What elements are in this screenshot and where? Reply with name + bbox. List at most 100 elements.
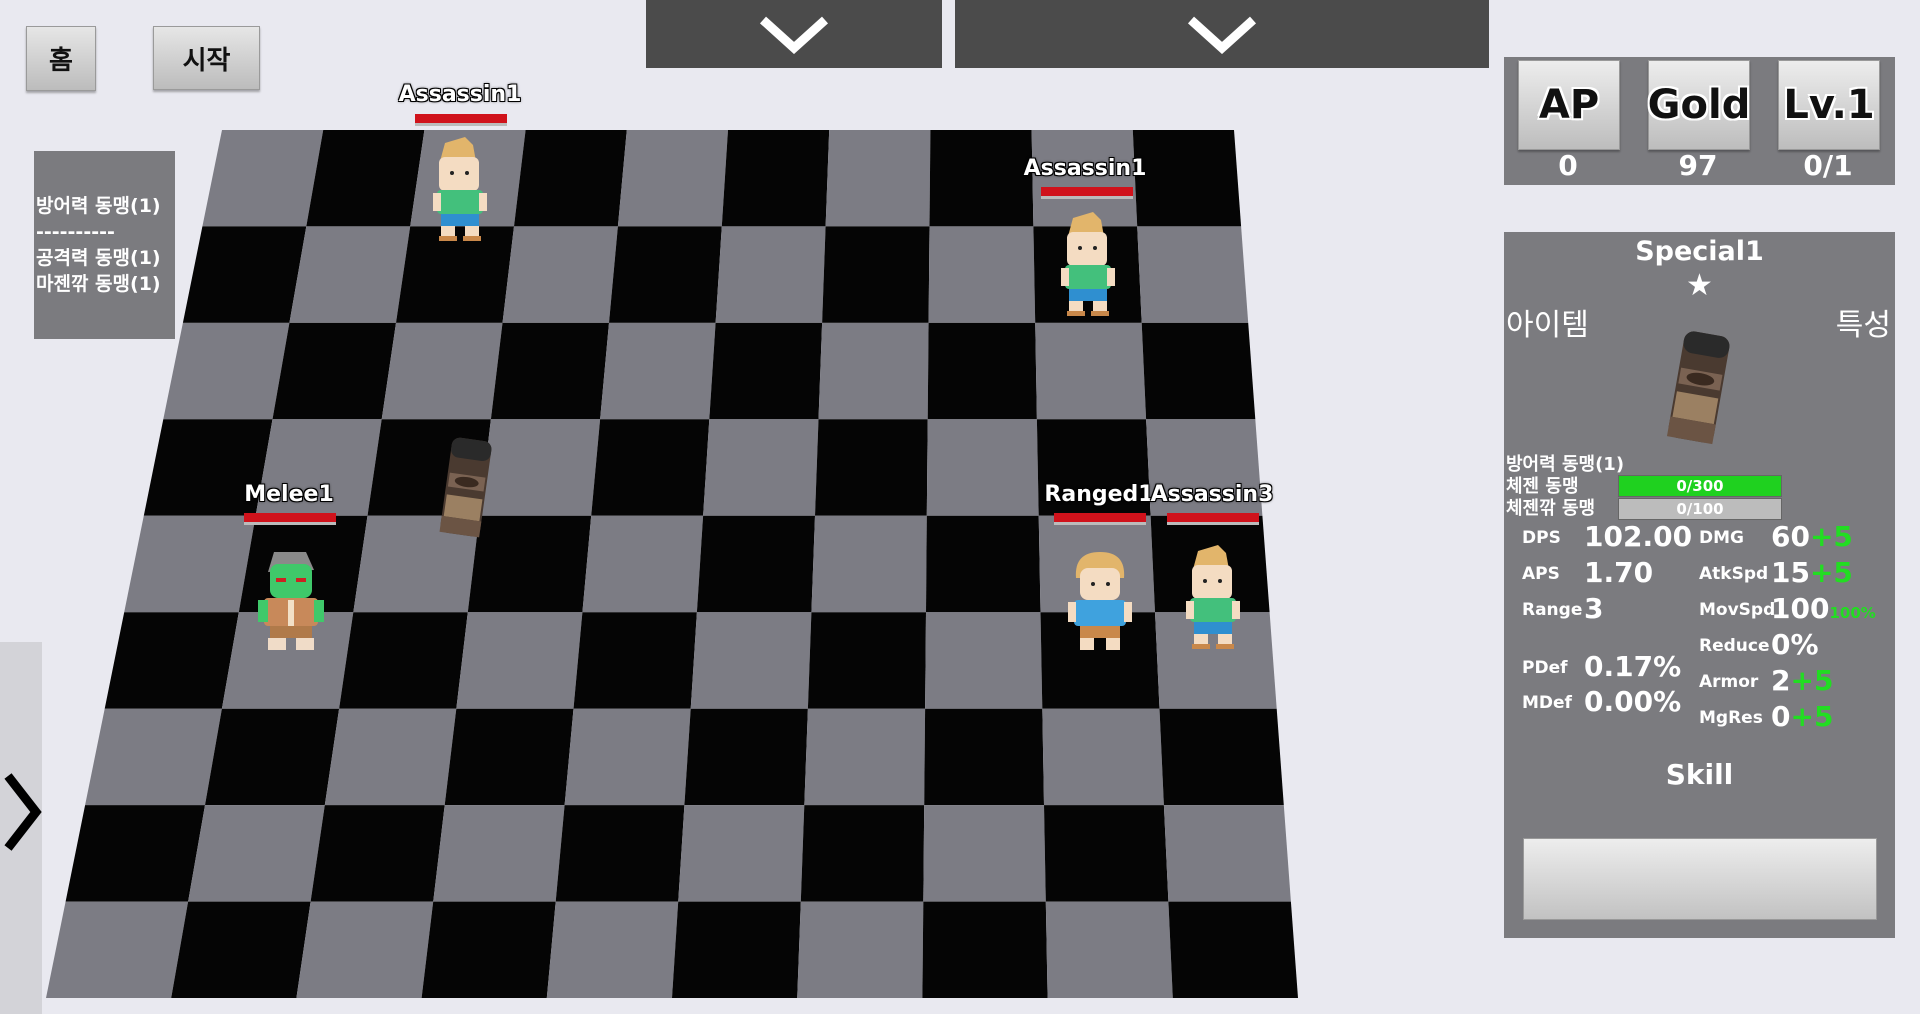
- board-tile[interactable]: [490, 322, 609, 420]
- board-tile[interactable]: [479, 419, 601, 516]
- game-board[interactable]: Assassin1 Assassin1 Melee1 Ranged1 Assas…: [0, 0, 1320, 1014]
- board-tile[interactable]: [124, 515, 256, 613]
- board-tile[interactable]: [546, 901, 679, 998]
- board-tile[interactable]: [205, 708, 340, 806]
- board-tile[interactable]: [822, 226, 930, 323]
- board-tile[interactable]: [573, 612, 697, 709]
- board-tile[interactable]: [381, 322, 503, 420]
- board-tile[interactable]: [609, 226, 722, 323]
- level-button[interactable]: Lv.1: [1778, 60, 1880, 150]
- board-tile[interactable]: [1035, 322, 1147, 420]
- synergy-panel: 방어력 동맹(1) ---------- 공격력 동맹(1) 마젠깎 동맹(1): [34, 151, 175, 339]
- board-tile[interactable]: [924, 708, 1044, 806]
- health-bar: [1041, 187, 1133, 199]
- board-tile[interactable]: [600, 322, 716, 420]
- barrel-item[interactable]: [436, 435, 496, 540]
- board-tile[interactable]: [672, 901, 801, 998]
- board-tile[interactable]: [709, 322, 823, 420]
- board-tile[interactable]: [617, 130, 728, 227]
- board-tile[interactable]: [324, 708, 457, 806]
- board-tile[interactable]: [684, 708, 808, 806]
- board-tile[interactable]: [811, 515, 927, 613]
- board-tile[interactable]: [104, 612, 239, 709]
- gold-button[interactable]: Gold: [1648, 60, 1750, 150]
- board-tile[interactable]: [272, 322, 397, 420]
- ap-button[interactable]: AP: [1518, 60, 1620, 150]
- board-tile[interactable]: [339, 612, 468, 709]
- board-tile[interactable]: [1141, 322, 1256, 420]
- stat-value: 0+5: [1771, 700, 1833, 733]
- board-tile[interactable]: [564, 708, 691, 806]
- board-tile[interactable]: [591, 419, 710, 516]
- stat-label: AtkSpd: [1699, 564, 1769, 584]
- tab-item[interactable]: 아이템: [1506, 300, 1589, 344]
- board-tile[interactable]: [925, 612, 1043, 709]
- stat-value: 0%: [1771, 628, 1819, 661]
- chevron-right-icon: [4, 773, 42, 851]
- board-tile[interactable]: [1163, 805, 1291, 902]
- unit-title: Special1: [1635, 236, 1764, 267]
- board-tile[interactable]: [433, 805, 565, 902]
- chessboard[interactable]: [0, 0, 1320, 1014]
- board-tile[interactable]: [703, 419, 819, 516]
- board-tile[interactable]: [296, 901, 434, 998]
- unit-info-panel: Special1 ★ 아이템 특성 방어력 동맹(1) 체젠 동맹 체젠깎 동맹…: [1504, 232, 1895, 938]
- board-tile[interactable]: [182, 226, 307, 323]
- expand-side-tab[interactable]: [0, 642, 42, 1014]
- board-tile[interactable]: [690, 612, 812, 709]
- board-tile[interactable]: [444, 708, 574, 806]
- board-tile[interactable]: [202, 130, 324, 227]
- tab-trait[interactable]: 특성: [1836, 300, 1891, 344]
- board-tile[interactable]: [1132, 130, 1242, 227]
- board-tile[interactable]: [928, 226, 1036, 323]
- stat-label: APS: [1522, 564, 1560, 584]
- board-tile[interactable]: [926, 419, 1039, 516]
- board-tile[interactable]: [815, 419, 928, 516]
- board-tile[interactable]: [927, 322, 1037, 420]
- board-tile[interactable]: [696, 515, 815, 613]
- health-bar: [244, 513, 336, 525]
- stat-label: DPS: [1522, 528, 1561, 548]
- board-tile[interactable]: [306, 130, 425, 227]
- board-tile[interactable]: [171, 901, 311, 998]
- unit-name: Melee1: [244, 482, 334, 507]
- board-tile[interactable]: [582, 515, 704, 613]
- board-tile[interactable]: [1044, 805, 1169, 902]
- board-tile[interactable]: [1045, 901, 1173, 998]
- board-tile[interactable]: [85, 708, 222, 806]
- star-rating: ★: [1686, 268, 1713, 303]
- board-tile[interactable]: [1042, 708, 1164, 806]
- board-tile[interactable]: [514, 130, 627, 227]
- stat-value: 0.00%: [1584, 685, 1682, 718]
- board-tile[interactable]: [721, 130, 830, 227]
- board-tile[interactable]: [46, 901, 189, 998]
- board-tile[interactable]: [188, 805, 325, 902]
- board-tile[interactable]: [65, 805, 205, 902]
- board-tile[interactable]: [825, 130, 931, 227]
- board-tile[interactable]: [804, 708, 926, 806]
- board-tile[interactable]: [289, 226, 411, 323]
- board-tile[interactable]: [923, 805, 1046, 902]
- board-tile[interactable]: [163, 322, 290, 420]
- board-tile[interactable]: [818, 322, 929, 420]
- board-tile[interactable]: [1168, 901, 1298, 998]
- board-tile[interactable]: [310, 805, 445, 902]
- board-tile[interactable]: [456, 612, 583, 709]
- board-tile[interactable]: [1159, 708, 1284, 806]
- board-tile[interactable]: [678, 805, 805, 902]
- health-bar: [1167, 513, 1259, 525]
- skill-button[interactable]: [1523, 838, 1877, 920]
- health-bar: [415, 114, 507, 126]
- board-tile[interactable]: [800, 805, 925, 902]
- board-tile[interactable]: [555, 805, 685, 902]
- board-tile[interactable]: [421, 901, 556, 998]
- board-tile[interactable]: [502, 226, 618, 323]
- board-tile[interactable]: [807, 612, 926, 709]
- synergy-progress-bar: 0/100: [1618, 498, 1782, 520]
- board-tile[interactable]: [797, 901, 924, 998]
- board-tile[interactable]: [1137, 226, 1249, 323]
- board-tile[interactable]: [926, 515, 1041, 613]
- board-tile[interactable]: [929, 130, 1034, 227]
- board-tile[interactable]: [715, 226, 826, 323]
- board-tile[interactable]: [922, 901, 1048, 998]
